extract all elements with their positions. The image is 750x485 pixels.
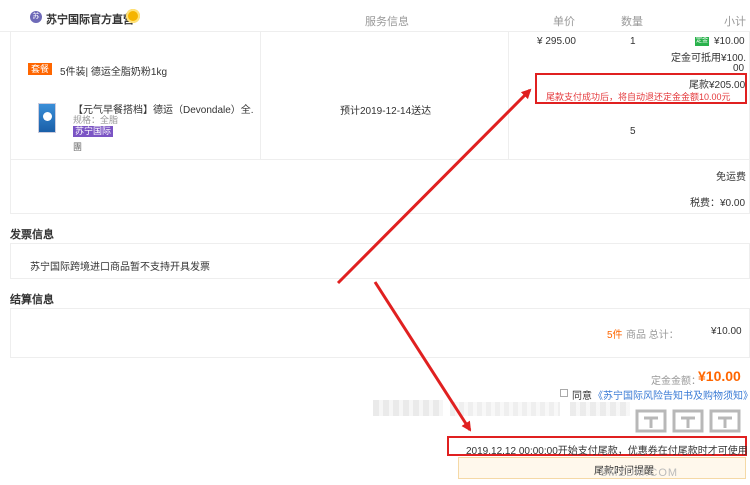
item-spec: 规格：全脂 (73, 115, 119, 125)
package-tag: 套餐 (28, 63, 53, 75)
col-subtotal-header: 小计 (724, 16, 746, 28)
agree-checkbox[interactable] (560, 389, 568, 397)
item-count: 5件 (607, 330, 623, 341)
watermark-text: SMZDM.COM (600, 467, 679, 479)
quantity-total: 5 (630, 126, 636, 137)
quantity: 1 (630, 36, 636, 47)
item-extra: 團 (73, 142, 83, 152)
free-shipping: 免运费 (716, 172, 746, 183)
deposit-total: ¥10.00 (698, 368, 741, 384)
settlement-title: 结算信息 (10, 294, 54, 306)
product-thumbnail[interactable] (38, 103, 56, 133)
delivery-estimate: 预计2019-12-14送达 (340, 106, 432, 117)
tax-fee: 税费：¥0.00 (690, 198, 746, 209)
invoice-text: 苏宁国际跨境进口商品暂不支持开具发票 (30, 262, 210, 273)
deposit-amount: ¥10.00 (714, 36, 745, 47)
store-name[interactable]: 苏宁国际官方直营 (46, 11, 134, 27)
deposit-total-label: 定金金额： (651, 376, 701, 387)
package-title: 5件装| 德运全脂奶粉1kg (60, 67, 168, 78)
agree-label: 同意 (572, 391, 592, 402)
blurred-region (450, 402, 560, 416)
pay-start-notice: 2019.12.12 00:00:00开始支付尾款，优惠券在付尾款时才可使用 (466, 446, 748, 457)
invoice-title: 发票信息 (10, 229, 54, 241)
unit-price: ¥ 295.00 (537, 36, 576, 47)
col-qty-header: 数量 (621, 16, 643, 28)
col-service-header: 服务信息 (365, 16, 409, 28)
annotation-box (535, 73, 747, 104)
watermark-logo-icon (635, 409, 741, 433)
deposit-tag: 定金 (695, 37, 710, 46)
shipping-block (10, 160, 750, 214)
deposit-deduct: 定金可抵用¥100. (671, 53, 747, 64)
total-label: 商品 总计： (626, 330, 679, 341)
terms-link[interactable]: 《苏宁国际风险告知书及购物须知》 (593, 387, 750, 402)
col-price-header: 单价 (553, 16, 575, 28)
store-logo-icon: 苏 (30, 11, 42, 23)
total-amount: ¥10.00 (711, 326, 742, 337)
blurred-region (373, 400, 443, 416)
divider (508, 32, 509, 160)
blurred-region (570, 402, 630, 416)
medal-icon (126, 9, 140, 23)
intl-badge: 苏宁国际 (73, 126, 114, 137)
divider (260, 32, 261, 160)
